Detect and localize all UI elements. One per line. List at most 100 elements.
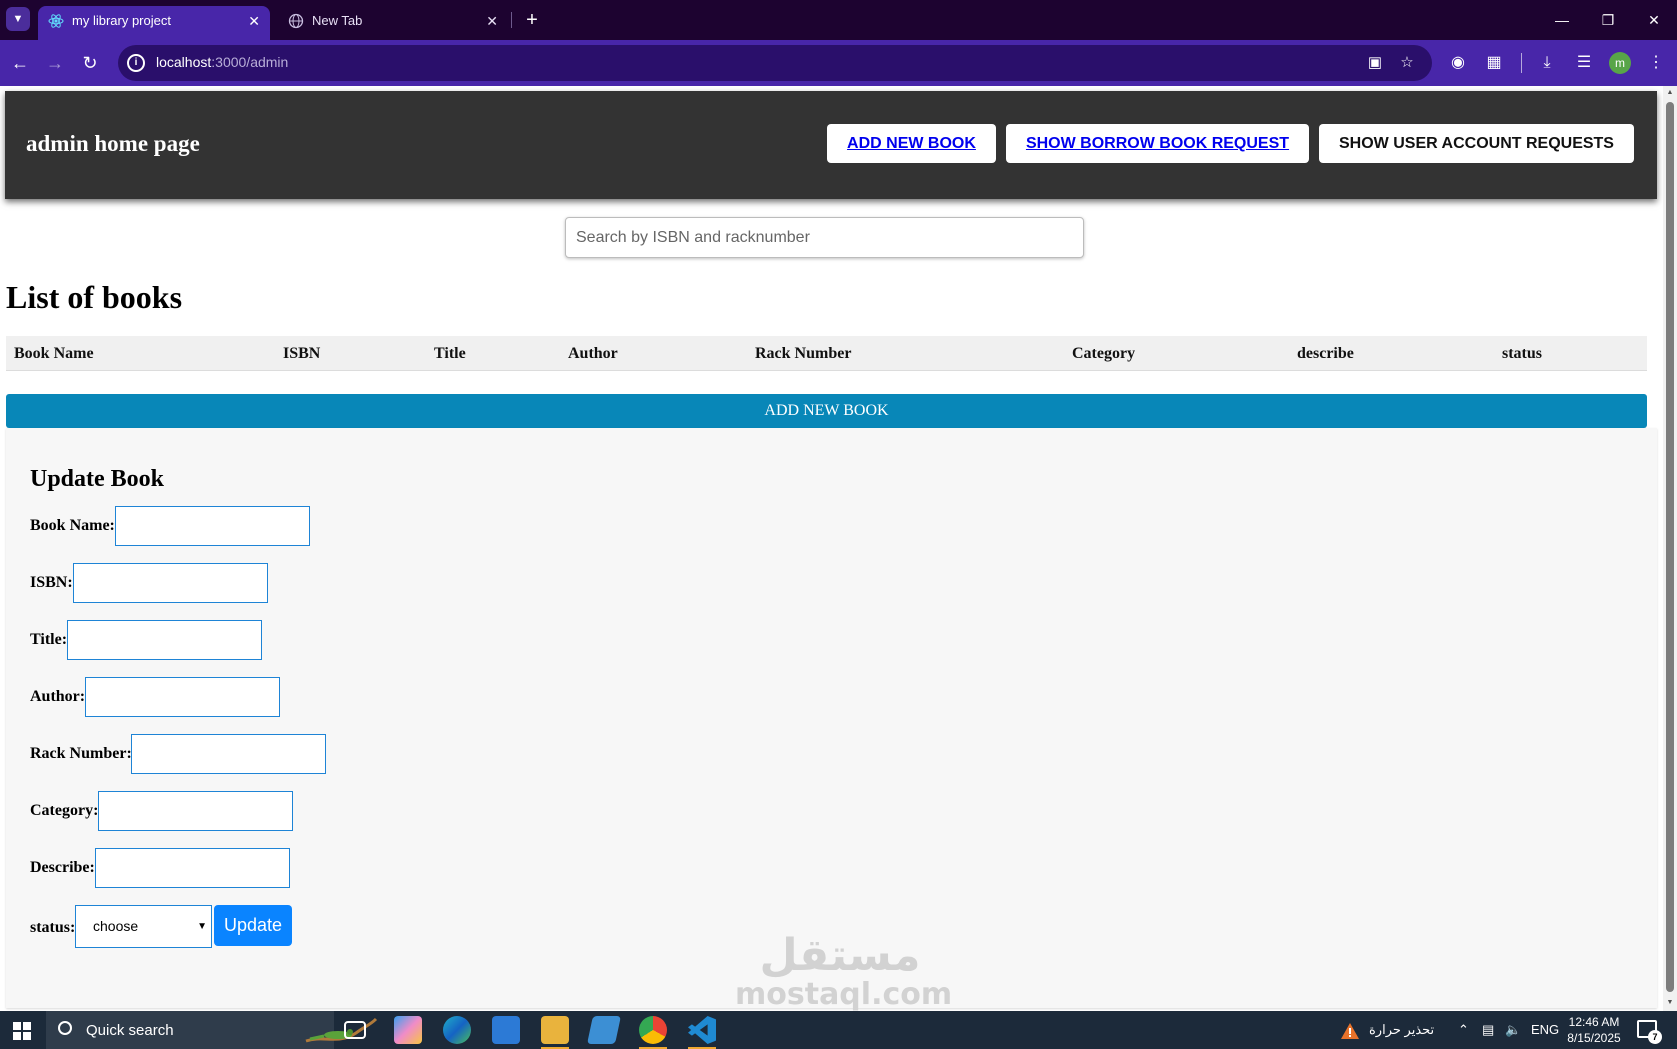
tab-close-icon[interactable]: ✕: [486, 6, 498, 36]
new-tab-button[interactable]: +: [518, 6, 546, 34]
describe-field[interactable]: [95, 848, 290, 888]
status-label: status:: [30, 919, 76, 936]
file-explorer-icon[interactable]: [541, 1016, 569, 1044]
tab-title: my library project: [72, 13, 171, 28]
chrome-browser-icon[interactable]: [639, 1016, 667, 1044]
menu-kebab-icon[interactable]: ⋮: [1643, 50, 1669, 76]
column-header: Author: [568, 345, 618, 362]
back-arrow-icon[interactable]: ←: [6, 49, 34, 77]
watermark-latin: mostaql.com: [735, 977, 953, 1011]
books-list-title: List of books: [6, 279, 183, 315]
taskbar-search-label: Quick search: [86, 1022, 174, 1039]
network-icon[interactable]: ▤: [1482, 1011, 1494, 1049]
virtual-machine-icon[interactable]: [587, 1016, 621, 1044]
vscode-icon[interactable]: [688, 1016, 716, 1044]
update-book-title: Update Book: [30, 466, 165, 492]
address-url[interactable]: localhost:3000/admin: [156, 54, 288, 70]
scroll-thumb[interactable]: [1666, 102, 1674, 992]
tab-my-library-project[interactable]: my library project ✕: [38, 6, 270, 40]
weather-alert-text[interactable]: تحذير حرارة: [1369, 1011, 1434, 1049]
add-new-book-button[interactable]: ADD NEW BOOK: [827, 124, 996, 163]
microsoft-store-icon[interactable]: [492, 1016, 520, 1044]
describe-label: Describe:: [30, 859, 95, 876]
book-name-label: Book Name:: [30, 517, 115, 534]
column-header: ISBN: [283, 345, 321, 362]
windows-start-icon[interactable]: [0, 1011, 44, 1049]
extension-icon[interactable]: ◉: [1445, 50, 1471, 76]
system-clock[interactable]: 12:46 AM 8/15/2025: [1566, 1014, 1622, 1046]
install-app-icon[interactable]: ▣: [1364, 53, 1386, 73]
volume-icon[interactable]: 🔈: [1505, 1011, 1521, 1049]
reload-icon[interactable]: ↻: [76, 49, 104, 77]
update-book-form: Update Book Book Name: ISBN: Title: Auth…: [6, 428, 1657, 1008]
clock-date: 8/15/2025: [1567, 1031, 1621, 1045]
download-icon[interactable]: ⤓: [1534, 50, 1560, 76]
column-header: status: [1502, 345, 1543, 362]
search-input[interactable]: [565, 217, 1084, 258]
status-select[interactable]: choose ▼: [75, 905, 212, 948]
author-field[interactable]: [85, 677, 280, 717]
scroll-up-icon[interactable]: ▲: [1666, 89, 1674, 97]
tab-divider: [511, 12, 512, 28]
search-icon: [58, 1021, 72, 1035]
window-close-icon[interactable]: ✕: [1631, 0, 1677, 40]
site-info-icon[interactable]: i: [127, 54, 145, 72]
rack-number-label: Rack Number:: [30, 745, 132, 762]
page-scrollbar[interactable]: ▲ ▼: [1663, 86, 1677, 1011]
category-label: Category:: [30, 802, 99, 819]
restore-icon[interactable]: ❐: [1585, 0, 1631, 40]
search-highlight-lizard-icon: [305, 1017, 378, 1043]
tab-new-tab[interactable]: New Tab ✕: [278, 6, 508, 40]
isbn-label: ISBN:: [30, 574, 73, 591]
heat-warning-icon[interactable]: [1340, 1011, 1360, 1049]
page-title: admin home page: [26, 131, 200, 156]
show-user-account-requests-button[interactable]: SHOW USER ACCOUNT REQUESTS: [1319, 124, 1634, 163]
globe-icon: [288, 13, 304, 29]
edge-browser-icon[interactable]: [443, 1016, 471, 1044]
add-new-book-bar-button[interactable]: ADD NEW BOOK: [6, 394, 1647, 428]
address-bar[interactable]: i localhost:3000/admin ▣ ☆: [118, 45, 1432, 81]
books-table-header: Book Name ISBN Title Author Rack Number …: [6, 336, 1647, 371]
react-favicon-icon: [48, 14, 64, 28]
os-taskbar: Quick search تحذير حرارة ⌃ ▤ 🔈 ENG 12:46…: [0, 1011, 1677, 1049]
admin-header: admin home page ADD NEW BOOK SHOW BORROW…: [5, 91, 1657, 199]
show-borrow-book-request-button[interactable]: SHOW BORROW BOOK REQUEST: [1006, 124, 1309, 163]
tab-close-icon[interactable]: ✕: [248, 6, 260, 36]
update-button[interactable]: Update: [214, 905, 292, 946]
book-name-field[interactable]: [115, 506, 310, 546]
column-header: describe: [1297, 345, 1354, 362]
scroll-down-icon[interactable]: ▼: [1666, 999, 1674, 1007]
language-indicator[interactable]: ENG: [1531, 1011, 1559, 1049]
minimize-icon[interactable]: —: [1539, 0, 1585, 40]
title-label: Title:: [30, 631, 68, 648]
show-hidden-icons-chevron-icon[interactable]: ⌃: [1458, 1011, 1469, 1049]
bookmark-star-icon[interactable]: ☆: [1396, 53, 1418, 73]
toolbar-divider: [1521, 53, 1522, 73]
page-viewport: admin home page ADD NEW BOOK SHOW BORROW…: [0, 86, 1663, 1011]
taskbar-search-box[interactable]: Quick search: [46, 1011, 378, 1049]
status-row: status: choose ▼ Update: [30, 905, 430, 948]
task-view-icon[interactable]: [344, 1021, 366, 1039]
tab-search-dropdown-button[interactable]: ▼: [6, 7, 30, 31]
rack-number-field[interactable]: [131, 734, 326, 774]
clock-time: 12:46 AM: [1568, 1015, 1620, 1029]
tab-strip: ▼ my library project ✕ New Tab ✕ + — ❐ ✕: [0, 0, 1677, 40]
extensions-puzzle-icon[interactable]: ▦: [1481, 50, 1507, 76]
chevron-down-icon: ▼: [197, 921, 207, 932]
column-header: Category: [1072, 345, 1136, 362]
status-selected-value: choose: [93, 918, 139, 934]
column-header: Rack Number: [755, 345, 852, 362]
isbn-field[interactable]: [73, 563, 268, 603]
forward-arrow-icon[interactable]: →: [41, 49, 69, 77]
profile-avatar[interactable]: m: [1609, 52, 1631, 74]
copilot-icon[interactable]: [394, 1016, 422, 1044]
author-label: Author:: [30, 688, 86, 705]
media-controls-icon[interactable]: ☰: [1571, 50, 1597, 76]
column-header: Book Name: [14, 345, 94, 362]
mostaql-watermark: مستقل mostaql.com: [735, 930, 953, 1011]
notification-count-badge: 7: [1648, 1030, 1662, 1044]
title-field[interactable]: [67, 620, 262, 660]
tab-title: New Tab: [312, 13, 363, 28]
category-field[interactable]: [98, 791, 293, 831]
watermark-arabic: مستقل: [759, 930, 921, 981]
